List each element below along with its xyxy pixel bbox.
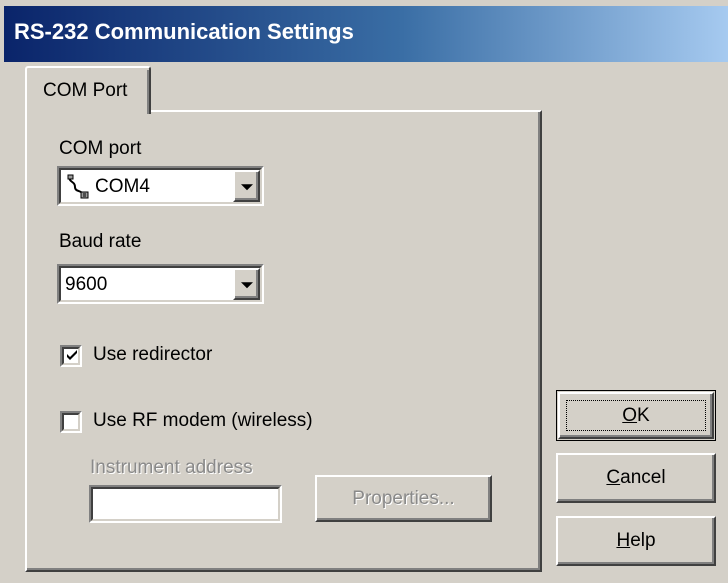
com-port-dropdown-button[interactable] — [233, 170, 260, 202]
baud-rate-label: Baud rate — [59, 231, 142, 252]
instrument-address-field[interactable] — [89, 485, 282, 523]
com-port-label: COM port — [59, 138, 142, 159]
cancel-accel: C — [606, 467, 621, 488]
dialog-window: RS-232 Communication Settings COM Port C… — [0, 0, 728, 583]
tab-com-port[interactable]: COM Port — [25, 66, 151, 114]
use-redirector-checkbox[interactable] — [60, 345, 82, 367]
use-rf-modem-label[interactable]: Use RF modem (wireless) — [93, 410, 313, 432]
com-port-select[interactable]: COM4 — [57, 166, 264, 206]
ok-rest: K — [637, 404, 650, 426]
cancel-rest: ancel — [620, 467, 666, 488]
help-rest: elp — [630, 530, 656, 551]
ok-accel: O — [622, 404, 638, 426]
ok-button[interactable]: OK — [556, 390, 716, 441]
com-port-value: COM4 — [95, 176, 150, 197]
use-rf-modem-checkbox[interactable] — [60, 411, 82, 433]
properties-button-label: Properties... — [352, 487, 455, 509]
serial-port-icon — [65, 173, 91, 199]
title-bar[interactable]: RS-232 Communication Settings — [4, 6, 728, 62]
help-button[interactable]: Help — [556, 516, 716, 566]
properties-button[interactable]: Properties... — [315, 475, 492, 522]
window-title: RS-232 Communication Settings — [14, 19, 354, 44]
baud-rate-select[interactable]: 9600 — [57, 264, 264, 304]
help-accel: H — [616, 530, 631, 551]
baud-rate-dropdown-button[interactable] — [233, 268, 260, 300]
baud-rate-value: 9600 — [65, 274, 108, 295]
chevron-down-icon — [240, 282, 253, 289]
checkmark-icon — [67, 350, 77, 360]
use-redirector-label[interactable]: Use redirector — [93, 344, 212, 366]
instrument-address-label: Instrument address — [90, 457, 253, 478]
tab-com-port-label: COM Port — [43, 80, 128, 101]
chevron-down-icon — [240, 184, 253, 191]
cancel-button[interactable]: Cancel — [556, 453, 716, 503]
